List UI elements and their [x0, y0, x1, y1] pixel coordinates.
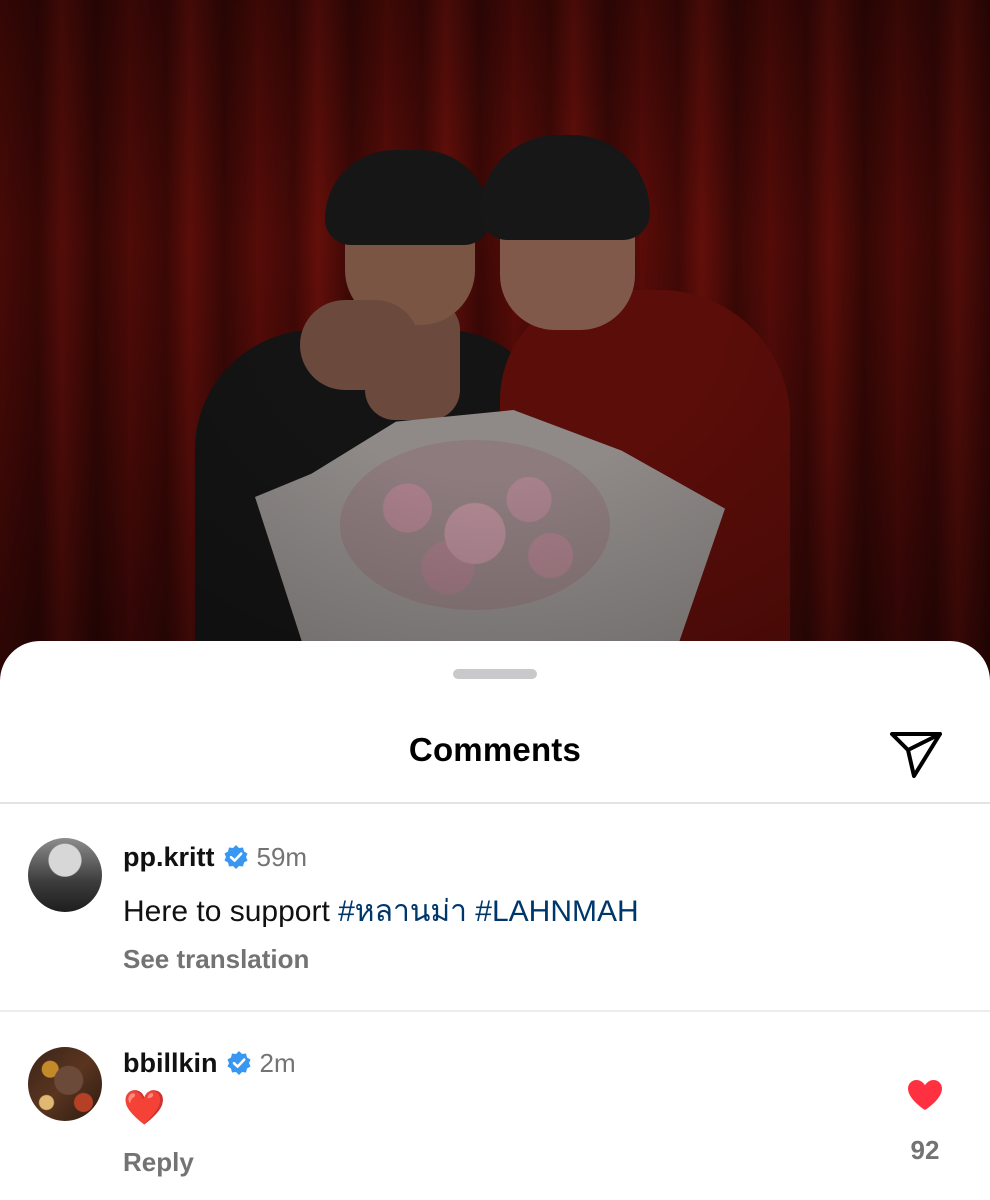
comment-time: 59m [256, 841, 308, 872]
comments-sheet: Comments pp.kritt 59m Here to support #ห… [0, 641, 990, 1200]
comment-text-plain: Here to support [123, 895, 339, 928]
heart-filled-icon [908, 1080, 942, 1110]
comment-text: Here to support #หลานม่า #LAHNMAH [123, 888, 639, 935]
comment-divider [0, 1010, 990, 1012]
like-button[interactable] [900, 1073, 950, 1117]
see-translation-button[interactable]: See translation [123, 944, 309, 975]
avatar[interactable] [28, 1047, 102, 1121]
share-button[interactable] [886, 725, 946, 785]
comment-username[interactable]: bbillkin [123, 1048, 218, 1079]
verified-badge-icon [223, 844, 249, 870]
post-photo [0, 0, 990, 700]
reply-button[interactable]: Reply [123, 1147, 194, 1178]
comment-meta: bbillkin 2m [123, 1046, 296, 1080]
photo-dim-overlay [0, 0, 990, 700]
avatar[interactable] [28, 838, 102, 912]
sheet-drag-handle[interactable] [453, 669, 537, 679]
hashtag-link[interactable]: #หลานม่า [338, 895, 467, 928]
hashtag-link[interactable]: #LAHNMAH [475, 895, 638, 928]
send-paper-plane-icon [890, 732, 942, 778]
comment-time: 2m [259, 1047, 296, 1078]
header-divider [0, 802, 990, 804]
comment-meta: pp.kritt 59m [123, 840, 307, 874]
comment-emoji: ❤️ [123, 1089, 166, 1127]
sheet-title: Comments [408, 731, 582, 768]
verified-badge-icon [226, 1050, 252, 1076]
comment-username[interactable]: pp.kritt [123, 842, 215, 873]
like-count: 92 [910, 1135, 940, 1165]
